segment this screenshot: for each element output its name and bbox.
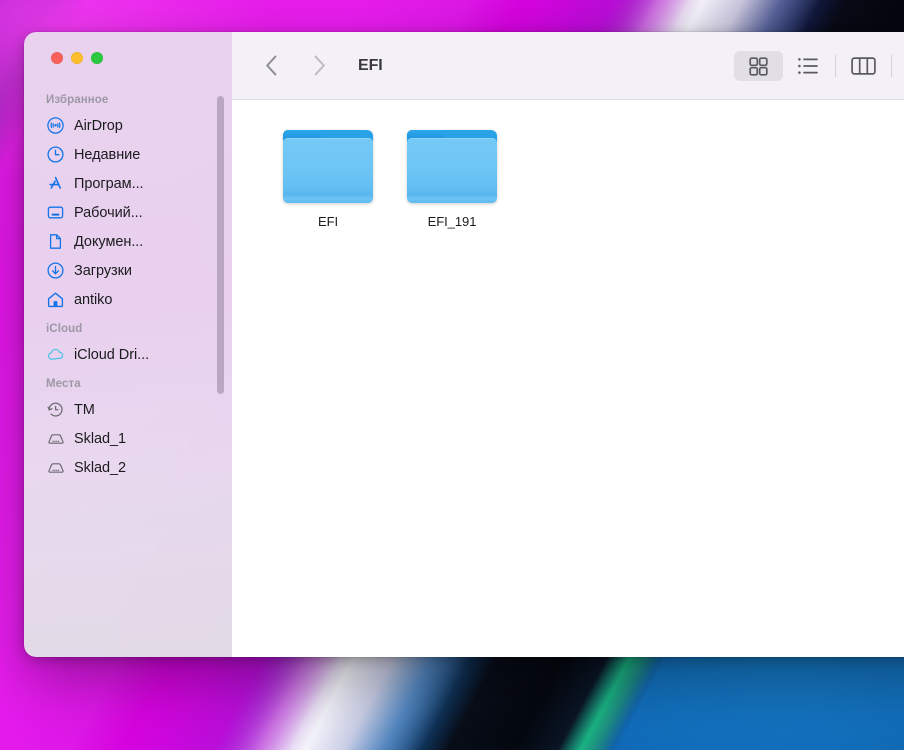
column-view-button[interactable]: [839, 51, 888, 81]
navigation-group: [260, 53, 330, 79]
file-grid[interactable]: EFI EFI_191: [232, 100, 904, 657]
sidebar-item-label: Недавние: [74, 146, 141, 163]
sidebar-item-recents[interactable]: Недавние: [24, 140, 232, 169]
toolbar: EFI: [232, 32, 904, 100]
traffic-light-group: [24, 32, 232, 84]
sidebar-item-label: AirDrop: [74, 117, 123, 134]
sidebar-item-label: antiko: [74, 291, 113, 308]
file-label: EFI: [317, 214, 339, 229]
toolbar-divider: [835, 55, 836, 77]
airdrop-icon: [46, 116, 65, 135]
document-icon: [46, 232, 65, 251]
sidebar-scroll-area[interactable]: Избранное AirDrop Недавние Програм... Ра…: [24, 84, 232, 657]
forward-button[interactable]: [308, 53, 330, 79]
sidebar-section-locations-title: Места: [46, 378, 81, 390]
sidebar-item-documents[interactable]: Докумен...: [24, 227, 232, 256]
sidebar: Избранное AirDrop Недавние Програм... Ра…: [24, 32, 232, 657]
list-view-button[interactable]: [783, 51, 832, 81]
file-item[interactable]: EFI: [266, 126, 390, 229]
drive-icon: [46, 429, 65, 448]
sidebar-item-label: Програм...: [74, 175, 144, 192]
applications-icon: [46, 174, 65, 193]
cloud-icon: [46, 345, 65, 364]
window-title: EFI: [358, 56, 383, 74]
sidebar-item-label: Рабочий...: [74, 204, 143, 221]
desktop-icon: [46, 203, 65, 222]
back-button[interactable]: [260, 53, 282, 79]
file-label: EFI_191: [427, 214, 477, 229]
folder-icon: [407, 130, 497, 203]
sidebar-item-desktop[interactable]: Рабочий...: [24, 198, 232, 227]
sidebar-item-label: TM: [74, 401, 95, 418]
sidebar-item-tm[interactable]: TM: [24, 395, 232, 424]
sidebar-section-favorites-title: Избранное: [46, 94, 109, 106]
main-pane: EFI EFI EFI_191: [232, 32, 904, 657]
maximize-window-button[interactable]: [91, 52, 103, 64]
sidebar-item-icloud-drive[interactable]: iCloud Dri...: [24, 340, 232, 369]
sidebar-item-label: Sklad_1: [74, 430, 127, 447]
sidebar-section-icloud-title: iCloud: [46, 323, 83, 335]
sidebar-item-sklad-2[interactable]: Sklad_2: [24, 453, 232, 482]
sidebar-item-label: Загрузки: [74, 262, 132, 279]
folder-icon: [283, 130, 373, 203]
toolbar-divider: [891, 55, 892, 77]
time-machine-icon: [46, 400, 65, 419]
drive-icon: [46, 458, 65, 477]
download-icon: [46, 261, 65, 280]
sidebar-item-sklad-1[interactable]: Sklad_1: [24, 424, 232, 453]
file-item[interactable]: EFI_191: [390, 126, 514, 229]
gallery-view-button[interactable]: [895, 51, 904, 81]
icon-view-button[interactable]: [734, 51, 783, 81]
sidebar-item-label: Докумен...: [74, 233, 144, 250]
sidebar-item-airdrop[interactable]: AirDrop: [24, 111, 232, 140]
sidebar-scrollbar[interactable]: [217, 96, 224, 394]
minimize-window-button[interactable]: [71, 52, 83, 64]
sidebar-item-downloads[interactable]: Загрузки: [24, 256, 232, 285]
finder-window: Избранное AirDrop Недавние Програм... Ра…: [24, 32, 904, 657]
sidebar-item-home[interactable]: antiko: [24, 285, 232, 314]
sidebar-item-label: iCloud Dri...: [74, 346, 150, 363]
sidebar-item-applications[interactable]: Програм...: [24, 169, 232, 198]
clock-icon: [46, 145, 65, 164]
home-icon: [46, 290, 65, 309]
view-mode-group: [734, 32, 904, 100]
close-window-button[interactable]: [51, 52, 63, 64]
sidebar-item-label: Sklad_2: [74, 459, 127, 476]
